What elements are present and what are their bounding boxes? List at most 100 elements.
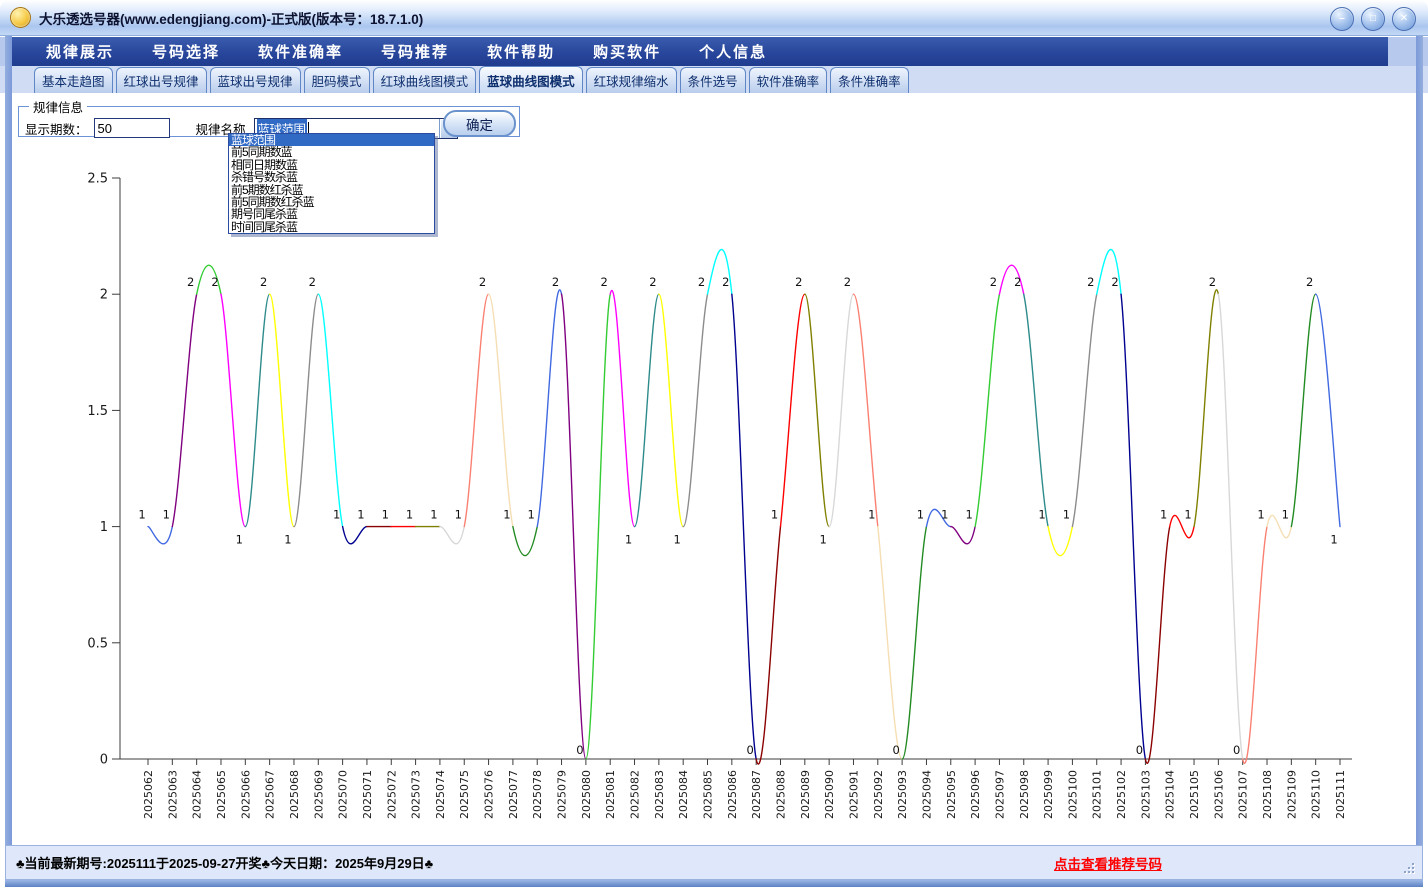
point-value-label: 0 [746, 743, 753, 757]
x-axis-label: 2025086 [726, 770, 739, 819]
curve-segment [780, 294, 804, 526]
x-axis-label: 2025092 [872, 770, 885, 819]
point-value-label: 2 [844, 275, 851, 289]
x-axis-label: 2025109 [1285, 770, 1298, 819]
point-value-label: 2 [601, 275, 608, 289]
x-axis-label: 2025090 [823, 770, 836, 819]
point-value-label: 1 [1330, 533, 1337, 547]
point-value-label: 1 [163, 508, 170, 522]
x-axis-label: 2025078 [531, 770, 544, 819]
x-axis-label: 2025072 [385, 770, 398, 819]
curve-segment [1291, 294, 1315, 526]
x-axis-label: 2025101 [1091, 770, 1104, 819]
y-axis-label: 2.5 [87, 172, 108, 187]
x-axis-label: 2025094 [920, 770, 933, 819]
curve-segment [148, 527, 172, 544]
curve-segment [1194, 290, 1218, 527]
point-value-label: 1 [357, 508, 364, 522]
x-axis-label: 2025098 [1018, 770, 1031, 819]
x-axis-label: 2025073 [410, 770, 423, 819]
point-value-label: 2 [649, 275, 656, 289]
x-axis-label: 2025067 [264, 770, 277, 819]
x-axis-label: 2025093 [896, 770, 909, 819]
y-axis-label: 2 [100, 288, 108, 303]
point-value-label: 1 [236, 533, 243, 547]
dropdown-item-3[interactable]: 相同日期数蓝 [229, 159, 434, 171]
x-axis-label: 2025083 [653, 770, 666, 819]
curve-segment [440, 527, 464, 544]
x-axis-label: 2025066 [239, 770, 252, 819]
x-axis-label: 2025104 [1164, 770, 1177, 819]
point-value-label: 1 [917, 508, 924, 522]
curve-segment [245, 294, 269, 526]
x-axis-label: 2025107 [1237, 770, 1250, 819]
curve-segment [853, 294, 877, 526]
x-axis-label: 2025106 [1212, 770, 1225, 819]
point-value-label: 2 [698, 275, 705, 289]
x-axis-label: 2025108 [1261, 770, 1274, 819]
x-axis-label: 2025102 [1115, 770, 1128, 819]
point-value-label: 1 [1063, 508, 1070, 522]
dropdown-item-2[interactable]: 前5同期数蓝 [229, 146, 434, 158]
recommended-numbers-link[interactable]: 点击查看推荐号码 [1054, 853, 1162, 873]
period-count-label: 显示期数： [25, 119, 88, 138]
point-value-label: 1 [1038, 508, 1045, 522]
curve-segment [975, 294, 999, 526]
curve-segment [464, 294, 488, 526]
point-value-label: 1 [1282, 508, 1289, 522]
x-axis-label: 2025063 [166, 770, 179, 819]
point-value-label: 0 [892, 743, 899, 757]
x-axis-label: 2025071 [361, 770, 374, 819]
confirm-button[interactable]: 确定 [443, 110, 516, 137]
x-axis-label: 2025062 [142, 770, 155, 819]
x-axis-label: 2025070 [337, 770, 350, 819]
point-value-label: 2 [479, 275, 486, 289]
x-axis-label: 2025111 [1334, 770, 1347, 819]
point-value-label: 1 [528, 508, 535, 522]
curve-segment [902, 527, 926, 759]
dropdown-item-8[interactable]: 时间同尾杀蓝 [229, 221, 434, 233]
y-axis-label: 0.5 [87, 636, 108, 651]
x-axis-label: 2025068 [288, 770, 301, 819]
curve-segment [878, 527, 902, 759]
x-axis-label: 2025085 [702, 770, 715, 819]
x-axis-label: 2025095 [945, 770, 958, 819]
resize-grip[interactable] [1402, 861, 1414, 873]
x-axis-label: 2025088 [774, 770, 787, 819]
point-value-label: 1 [430, 508, 437, 522]
point-value-label: 1 [406, 508, 413, 522]
curve-segment [562, 294, 586, 759]
point-value-label: 1 [382, 508, 389, 522]
point-value-label: 2 [1014, 275, 1021, 289]
curve-segment [683, 294, 707, 526]
dropdown-item-6[interactable]: 前5同期数红杀蓝 [229, 196, 434, 208]
status-bar: ♣当前最新期号:2025111于2025-09-27开奖♣今天日期：2025年9… [5, 845, 1423, 880]
point-value-label: 0 [1233, 743, 1240, 757]
dropdown-item-1[interactable]: 蓝球范围 [229, 134, 434, 146]
curve-segment [1048, 527, 1072, 556]
dropdown-item-7[interactable]: 期号同尾杀蓝 [229, 208, 434, 220]
y-axis-label: 1.5 [87, 404, 108, 419]
x-axis-label: 2025074 [434, 770, 447, 819]
curve-segment [172, 294, 196, 526]
x-axis-label: 2025105 [1188, 770, 1201, 819]
x-axis-label: 2025103 [1139, 770, 1152, 819]
curve-segment [1218, 294, 1242, 759]
curve-segment [756, 527, 780, 764]
pattern-dropdown-list: 蓝球范围前5同期数蓝相同日期数蓝杀错号数杀蓝前5期数红杀蓝前5同期数红杀蓝期号同… [228, 133, 435, 234]
point-value-label: 2 [1111, 275, 1118, 289]
curve-segment [537, 290, 561, 527]
y-axis-label: 1 [100, 520, 108, 535]
point-value-label: 2 [990, 275, 997, 289]
period-count-input[interactable] [94, 118, 170, 138]
dropdown-item-5[interactable]: 前5期数红杀蓝 [229, 184, 434, 196]
dropdown-item-4[interactable]: 杀错号数杀蓝 [229, 171, 434, 183]
curve-segment [586, 294, 610, 759]
curve-segment [318, 294, 342, 526]
point-value-label: 1 [284, 533, 291, 547]
point-value-label: 1 [868, 508, 875, 522]
curve-segment [221, 294, 245, 526]
point-value-label: 0 [1136, 743, 1143, 757]
curve-segment [1316, 294, 1340, 526]
x-axis-label: 2025084 [677, 770, 690, 819]
